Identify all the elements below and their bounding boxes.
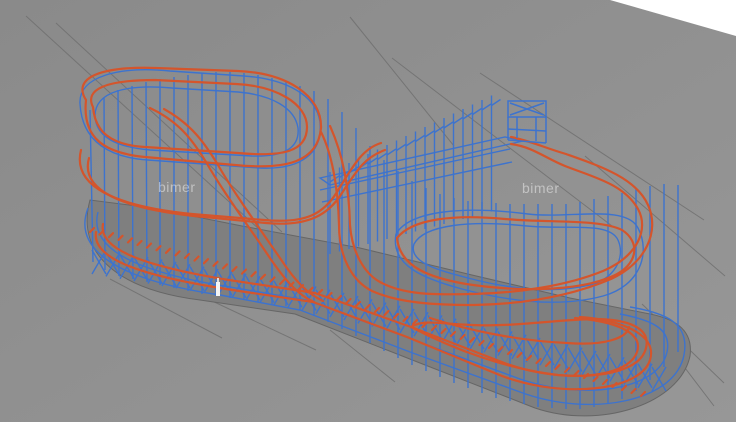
support-post	[103, 97, 106, 271]
support-post	[145, 81, 148, 283]
support-post	[131, 85, 134, 280]
roller-coaster-render-canvas: bimer bimer	[0, 0, 736, 422]
roller-coaster-scene	[0, 0, 736, 422]
